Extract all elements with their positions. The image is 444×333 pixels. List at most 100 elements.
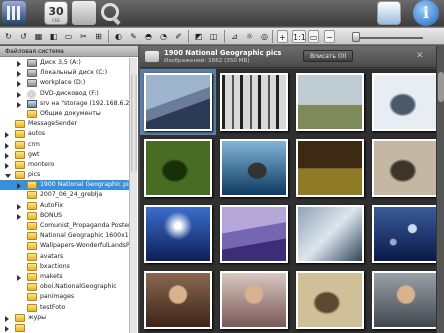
tool-button[interactable]: ◎ xyxy=(259,30,270,43)
tool-button[interactable]: ▭ xyxy=(308,30,319,43)
tree-item[interactable]: bxactions xyxy=(0,262,130,272)
tool-button[interactable]: ◧ xyxy=(48,30,59,43)
tool-button[interactable]: − xyxy=(324,30,335,43)
thumbnail[interactable] xyxy=(368,201,436,267)
image-list-icon[interactable] xyxy=(2,1,26,25)
zoom-slider-track[interactable] xyxy=(355,37,423,39)
tree-item[interactable]: workplace (D:) xyxy=(0,78,130,88)
thumbnail[interactable] xyxy=(140,201,216,267)
expand-arrow-icon[interactable] xyxy=(17,101,21,108)
tree-item[interactable]: Общие документы xyxy=(0,109,130,119)
thumbnail[interactable] xyxy=(140,69,217,136)
tool-button[interactable]: ▭ xyxy=(63,30,74,43)
thumbnail-grid xyxy=(140,69,436,333)
tool-button[interactable]: + xyxy=(277,30,288,43)
expand-arrow-icon[interactable] xyxy=(17,213,21,220)
grid-scrollbar[interactable] xyxy=(436,46,444,333)
thumbnail[interactable] xyxy=(216,267,292,333)
zoom-slider-knob[interactable] xyxy=(352,32,360,42)
tree-item[interactable]: AutoFix xyxy=(0,201,130,211)
tree-item[interactable] xyxy=(0,323,130,333)
tool-button[interactable]: ↻ xyxy=(3,30,14,43)
thumbnail[interactable] xyxy=(292,69,368,135)
thumbnail-image xyxy=(372,139,436,197)
tree-item[interactable]: testFoto xyxy=(0,303,130,313)
thumbnail[interactable] xyxy=(140,135,216,201)
tree-item[interactable]: MessageSender xyxy=(0,119,130,129)
tree-item[interactable]: Локальный диск (C:) xyxy=(0,68,130,78)
expand-arrow-icon[interactable] xyxy=(5,152,9,159)
expand-arrow-icon[interactable] xyxy=(17,274,21,281)
tree-scrollbar[interactable] xyxy=(129,58,137,333)
tree-item[interactable]: montero xyxy=(0,160,130,170)
search-icon[interactable] xyxy=(98,1,122,25)
tree-item[interactable]: srv на "storage (192.168.6.2)" xyxy=(0,99,130,109)
folder-icon xyxy=(15,160,25,169)
expand-arrow-icon[interactable] xyxy=(17,61,21,67)
thumbnail[interactable] xyxy=(292,201,368,267)
tool-button[interactable]: ◓ xyxy=(143,30,154,43)
tree-item[interactable]: avatars xyxy=(0,252,130,262)
tree-item[interactable]: DVD-дисковод (F:) xyxy=(0,89,130,99)
expand-arrow-icon[interactable] xyxy=(17,71,21,78)
tree-item[interactable]: crm xyxy=(0,140,130,150)
tool-button[interactable]: ↺ xyxy=(18,30,29,43)
thumbnail[interactable] xyxy=(216,69,292,135)
tool-button[interactable]: ⊞ xyxy=(93,30,104,43)
expand-arrow-icon[interactable] xyxy=(17,203,21,210)
expand-arrow-icon[interactable] xyxy=(17,183,21,190)
open-folder-icon[interactable] xyxy=(72,1,96,25)
tree-item[interactable]: National Geographic 1600x1200 xyxy=(0,231,130,241)
thumbnail-image xyxy=(296,205,364,263)
thumbnail[interactable] xyxy=(292,135,368,201)
expand-arrow-icon[interactable] xyxy=(17,81,21,88)
tool-button[interactable]: ✐ xyxy=(173,30,184,43)
thumbnail[interactable] xyxy=(140,267,216,333)
tree-item[interactable]: 1900 National Geographic pics xyxy=(0,180,130,191)
tool-button[interactable]: ✎ xyxy=(128,30,139,43)
fit-button[interactable]: Вписать (0) xyxy=(303,50,354,62)
tree-item[interactable]: makets xyxy=(0,272,130,282)
tree-item[interactable]: autos xyxy=(0,129,130,139)
tool-button[interactable]: ◔ xyxy=(158,30,169,43)
expand-arrow-icon[interactable] xyxy=(17,91,21,98)
expand-arrow-icon[interactable] xyxy=(5,162,9,169)
thumbnail[interactable] xyxy=(216,135,292,201)
collapse-arrow-icon[interactable] xyxy=(5,174,11,179)
expand-arrow-icon[interactable] xyxy=(5,325,9,332)
thumbnail[interactable] xyxy=(368,267,436,333)
thumbnail[interactable] xyxy=(292,267,368,333)
tree-item[interactable]: panimages xyxy=(0,292,130,302)
tool-button[interactable]: ◫ xyxy=(208,30,219,43)
tool-button[interactable]: ✂ xyxy=(78,30,89,43)
expand-arrow-icon[interactable] xyxy=(5,132,9,139)
thumbnail[interactable] xyxy=(368,69,436,135)
tree-item[interactable]: Диск 3,5 (A:) xyxy=(0,58,130,68)
tree-item[interactable]: журы xyxy=(0,313,130,323)
expand-arrow-icon[interactable] xyxy=(5,315,9,322)
thumbnail[interactable] xyxy=(368,135,436,201)
tool-button[interactable]: ☼ xyxy=(244,30,255,43)
tree-item[interactable]: pics xyxy=(0,170,130,180)
info-icon[interactable]: i xyxy=(413,0,439,26)
tool-button[interactable]: 1:1 xyxy=(292,30,306,43)
scrollbar-thumb[interactable] xyxy=(131,73,137,173)
tree-item[interactable]: 2007_06_24_grebłja xyxy=(0,190,130,200)
tree-item[interactable]: Wallpapers-WonderfulLandsPlaces xyxy=(0,241,130,251)
image-viewer-icon[interactable] xyxy=(377,1,401,25)
tool-button[interactable]: ▦ xyxy=(33,30,44,43)
tree-item[interactable]: oboi.NationalGeographic xyxy=(0,282,130,292)
tree-item[interactable]: BONUS xyxy=(0,211,130,221)
main-toolbar: 30 FEB i xyxy=(0,0,444,26)
tree-item[interactable]: Comunist_Propaganda Posters xyxy=(0,221,130,231)
thumbnail[interactable] xyxy=(216,201,292,267)
tree-item[interactable]: gwt xyxy=(0,150,130,160)
tree-item-label: журы xyxy=(28,313,47,321)
tool-button[interactable]: ◩ xyxy=(193,30,204,43)
close-icon[interactable]: ✕ xyxy=(416,51,424,61)
scrollbar-thumb[interactable] xyxy=(438,72,444,102)
calendar-icon[interactable]: 30 FEB xyxy=(44,1,68,25)
tool-button[interactable]: ⊿ xyxy=(229,30,240,43)
expand-arrow-icon[interactable] xyxy=(5,142,9,149)
tool-button[interactable]: ◐ xyxy=(113,30,124,43)
